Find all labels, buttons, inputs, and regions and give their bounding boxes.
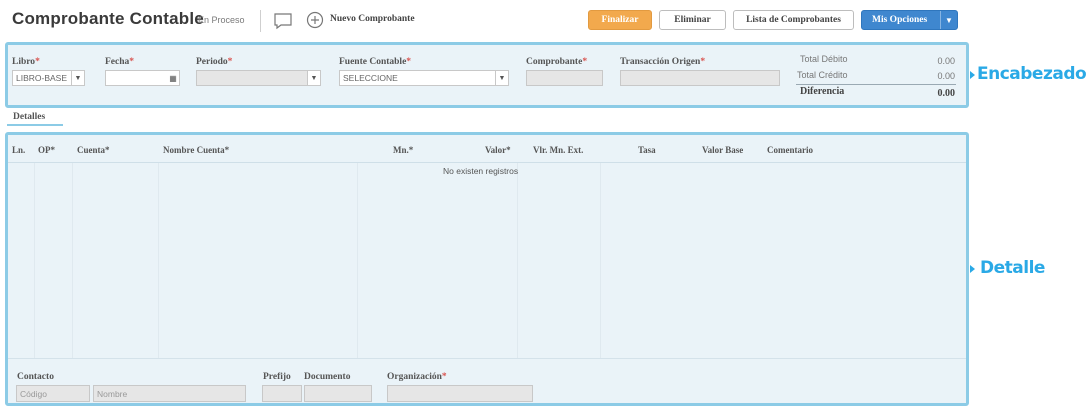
comprobante-input[interactable] — [526, 70, 603, 86]
diferencia-value: 0.00 — [937, 88, 956, 99]
fecha-label: Fecha* — [105, 57, 135, 67]
chevron-down-icon[interactable]: ▼ — [940, 11, 957, 29]
col-vlr-mn-ext[interactable]: Vlr. Mn. Ext. — [533, 145, 583, 155]
col-nombre-cuenta[interactable]: Nombre Cuenta* — [163, 145, 229, 155]
libro-value: LIBRO-BASE — [16, 73, 68, 83]
fuente-value: SELECCIONE — [343, 73, 398, 83]
calendar-icon[interactable]: ▦ — [167, 71, 179, 85]
grid-col-line — [158, 163, 159, 358]
new-comprobante-link[interactable]: Nuevo Comprobante — [330, 14, 415, 24]
my-options-label: Mis Opciones — [872, 15, 928, 25]
periodo-select[interactable]: ▼ — [196, 70, 321, 86]
col-comentario[interactable]: Comentario — [767, 145, 813, 155]
empty-message: No existen registros — [443, 166, 519, 176]
documento-input[interactable] — [304, 385, 372, 402]
col-valor[interactable]: Valor* — [485, 145, 511, 155]
status-text: En Proceso — [198, 15, 245, 25]
grid-col-line — [34, 163, 35, 358]
periodo-label: Periodo* — [196, 57, 233, 67]
page-title: Comprobante Contable — [12, 9, 204, 28]
col-tasa[interactable]: Tasa — [638, 145, 656, 155]
col-op[interactable]: OP* — [38, 145, 55, 155]
transaccion-label: Transacción Origen* — [620, 57, 706, 67]
nombre-input[interactable]: Nombre — [93, 385, 246, 402]
codigo-input[interactable]: Código — [16, 385, 90, 402]
list-button[interactable]: Lista de Comprobantes — [733, 10, 854, 30]
contacto-label: Contacto — [17, 372, 54, 382]
annotation-arrow — [970, 71, 975, 79]
comprobante-label: Comprobante* — [526, 57, 588, 67]
tab-underline — [7, 124, 63, 126]
total-debito-value: 0.00 — [937, 56, 955, 66]
plus-circle-icon[interactable] — [306, 11, 324, 29]
grid-col-line — [600, 163, 601, 358]
organizacion-input[interactable] — [387, 385, 533, 402]
col-cuenta[interactable]: Cuenta* — [77, 145, 110, 155]
prefijo-input[interactable] — [262, 385, 302, 402]
organizacion-label: Organización* — [387, 372, 447, 382]
diferencia-label: Diferencia — [800, 86, 845, 97]
prefijo-label: Prefijo — [263, 372, 291, 382]
libro-label: Libro* — [12, 57, 40, 67]
grid-col-line — [72, 163, 73, 358]
annotation-detalle: Detalle — [980, 258, 1045, 278]
total-credito-value: 0.00 — [937, 71, 955, 81]
grid-col-line — [517, 163, 518, 358]
annotation-encabezado: Encabezado — [977, 64, 1087, 84]
total-credito-label: Total Crédito — [797, 70, 848, 80]
divider — [260, 10, 261, 32]
fecha-input[interactable]: ▦ — [105, 70, 180, 86]
chevron-down-icon[interactable]: ▼ — [71, 71, 84, 85]
delete-button[interactable]: Eliminar — [659, 10, 726, 30]
col-ln[interactable]: Ln. — [12, 145, 25, 155]
grid-col-line — [357, 163, 358, 358]
col-valor-base[interactable]: Valor Base — [702, 145, 743, 155]
grid-header-line — [8, 162, 966, 163]
col-mn[interactable]: Mn.* — [393, 145, 413, 155]
finalize-button[interactable]: Finalizar — [588, 10, 652, 30]
libro-select[interactable]: LIBRO-BASE ▼ — [12, 70, 85, 86]
tab-detalles[interactable]: Detalles — [13, 112, 45, 122]
fuente-label: Fuente Contable* — [339, 57, 412, 67]
total-debito-label: Total Débito — [800, 54, 848, 64]
footer-divider — [8, 358, 966, 359]
documento-label: Documento — [304, 372, 351, 382]
transaccion-input[interactable] — [620, 70, 780, 86]
totals-divider — [796, 84, 956, 85]
comment-icon[interactable] — [273, 12, 293, 30]
chevron-down-icon[interactable]: ▼ — [307, 71, 320, 85]
my-options-button[interactable]: Mis Opciones ▼ — [861, 10, 958, 30]
fuente-select[interactable]: SELECCIONE ▼ — [339, 70, 509, 86]
chevron-down-icon[interactable]: ▼ — [495, 71, 508, 85]
annotation-arrow — [970, 265, 975, 273]
